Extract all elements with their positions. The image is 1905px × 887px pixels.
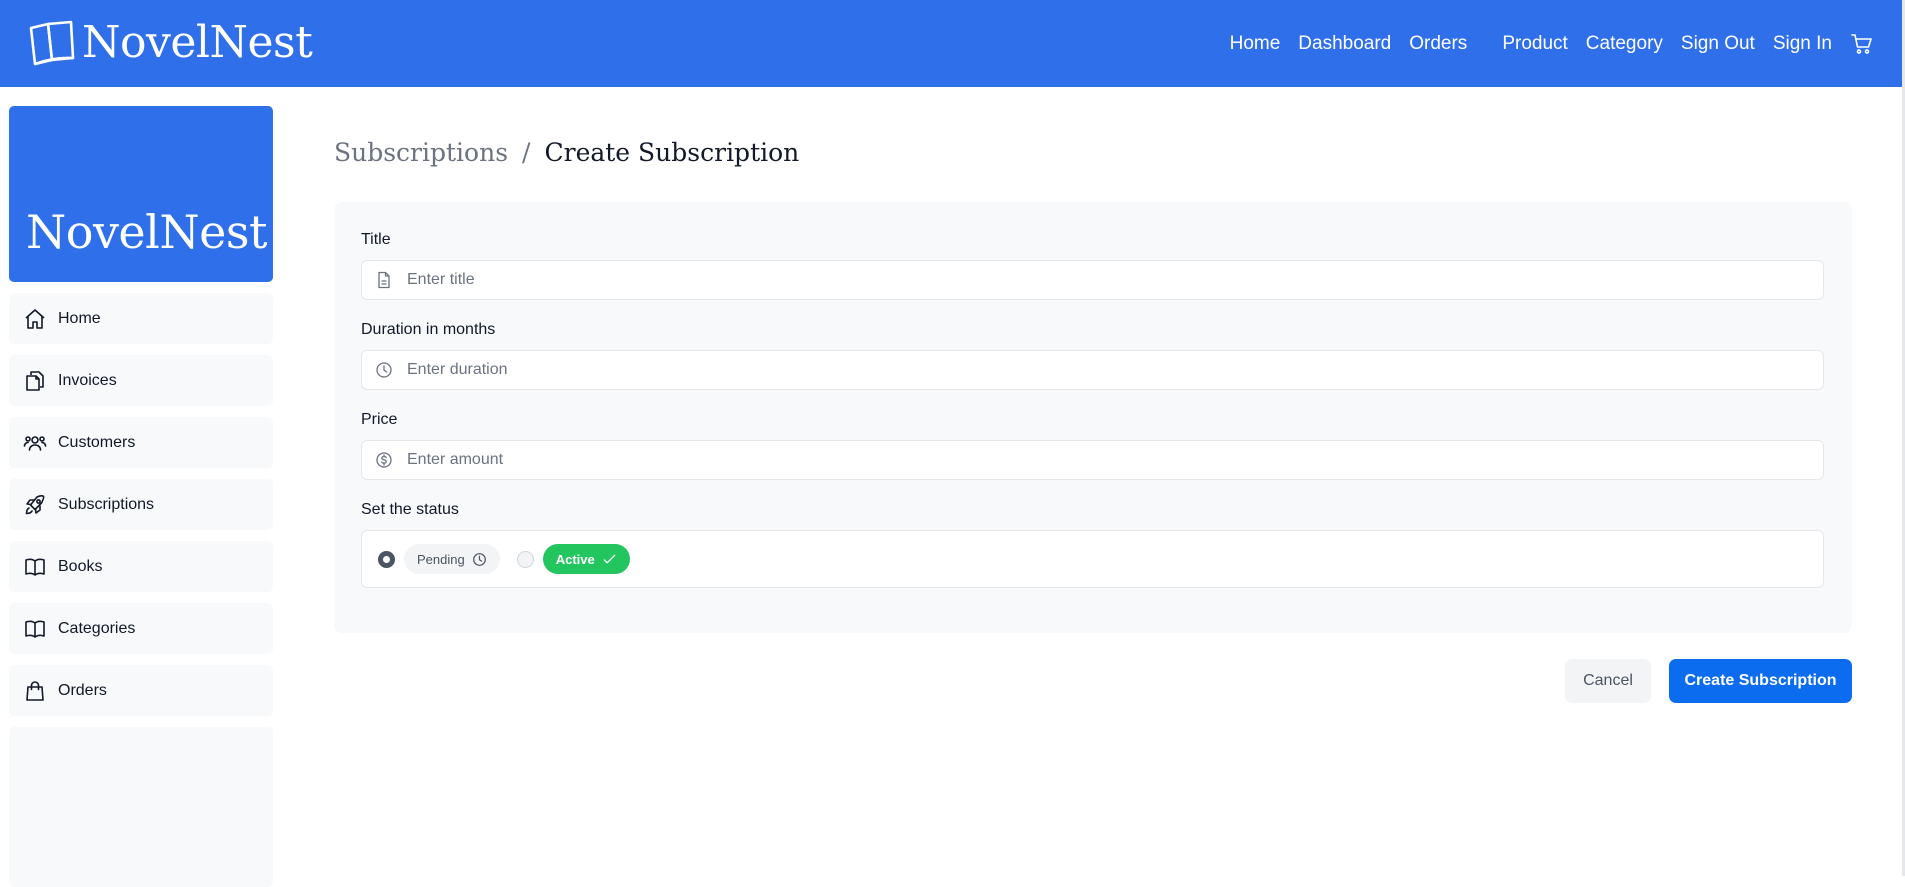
create-subscription-button[interactable]: Create Subscription — [1669, 659, 1852, 703]
nav-dashboard[interactable]: Dashboard — [1298, 33, 1391, 55]
brand-name: NovelNest — [82, 17, 313, 68]
status-radio-pending[interactable] — [378, 550, 395, 568]
nav-home[interactable]: Home — [1230, 33, 1281, 55]
subscription-form: Title Duration in months Price Set the s… — [334, 202, 1852, 633]
status-badge-active[interactable]: Active — [542, 544, 630, 574]
sidebar-item-customers[interactable]: Customers — [9, 417, 273, 468]
status-label: Set the status — [361, 501, 459, 518]
price-input[interactable] — [405, 450, 1789, 470]
documents-icon — [26, 370, 44, 391]
sidebar-item-label: Books — [58, 557, 103, 575]
price-label: Price — [361, 411, 398, 428]
nav-orders[interactable]: Orders — [1409, 33, 1467, 55]
top-nav-links: Home Dashboard Orders Product Category S… — [1212, 0, 1876, 87]
sidebar-logo[interactable]: NovelNest — [9, 106, 273, 282]
clock-icon — [472, 552, 486, 566]
breadcrumb: Subscriptions / Create Subscription — [334, 138, 799, 167]
cancel-button[interactable]: Cancel — [1565, 659, 1651, 703]
sidebar-item-subscriptions[interactable]: Subscriptions — [9, 479, 273, 530]
check-icon — [603, 554, 616, 563]
sidebar-logo-text: NovelNest — [26, 205, 267, 259]
users-icon — [23, 435, 47, 451]
sidebar-item-orders[interactable]: Orders — [9, 665, 273, 716]
sidebar-item-label: Categories — [58, 619, 136, 637]
duration-input[interactable] — [405, 360, 1789, 380]
nav-sign-in[interactable]: Sign In — [1773, 33, 1832, 55]
breadcrumb-separator: / — [522, 138, 531, 167]
sidebar-item-label: Customers — [58, 433, 136, 451]
status-pending-label: Pending — [417, 551, 465, 567]
document-icon — [378, 271, 390, 289]
breadcrumb-parent-link[interactable]: Subscriptions — [334, 138, 508, 167]
book-icon — [25, 558, 45, 576]
sidebar-item-home[interactable]: Home — [9, 293, 273, 344]
duration-label: Duration in months — [361, 321, 496, 338]
nav-category[interactable]: Category — [1586, 33, 1663, 55]
sidebar-item-label: Invoices — [58, 371, 117, 389]
breadcrumb-current: Create Subscription — [544, 138, 800, 167]
title-label: Title — [361, 231, 391, 248]
status-active-label: Active — [555, 551, 595, 567]
price-field — [361, 440, 1824, 480]
duration-field — [361, 350, 1824, 390]
title-input[interactable] — [405, 270, 1789, 290]
sidebar-item-categories[interactable]: Categories — [9, 603, 273, 654]
sidebar-item-label: Subscriptions — [58, 495, 155, 513]
sidebar-item-books[interactable]: Books — [9, 541, 273, 592]
brand-logo[interactable]: NovelNest — [26, 14, 313, 72]
home-icon — [25, 308, 45, 329]
sidebar-item-invoices[interactable]: Invoices — [9, 355, 273, 406]
nav-product[interactable]: Product — [1502, 33, 1567, 55]
rocket-icon — [25, 494, 45, 514]
status-radio-active[interactable] — [516, 550, 534, 568]
sidebar-empty-panel — [9, 727, 273, 887]
status-badge-pending[interactable]: Pending — [404, 544, 500, 574]
top-navbar: NovelNest Home Dashboard Orders Product … — [0, 0, 1902, 87]
sidebar-item-label: Orders — [58, 681, 107, 699]
shopping-bag-icon — [26, 680, 44, 701]
book-icon — [25, 620, 45, 638]
sidebar-item-label: Home — [58, 309, 101, 327]
status-options: Pending Active — [361, 530, 1824, 588]
title-field — [361, 260, 1824, 300]
sidebar: NovelNest Home Invoices Customers Subscr… — [9, 106, 273, 887]
cart-icon[interactable] — [1850, 31, 1876, 57]
open-book-icon — [29, 20, 75, 66]
dollar-icon — [376, 452, 392, 468]
nav-sign-out[interactable]: Sign Out — [1681, 33, 1755, 55]
clock-icon — [376, 362, 392, 378]
